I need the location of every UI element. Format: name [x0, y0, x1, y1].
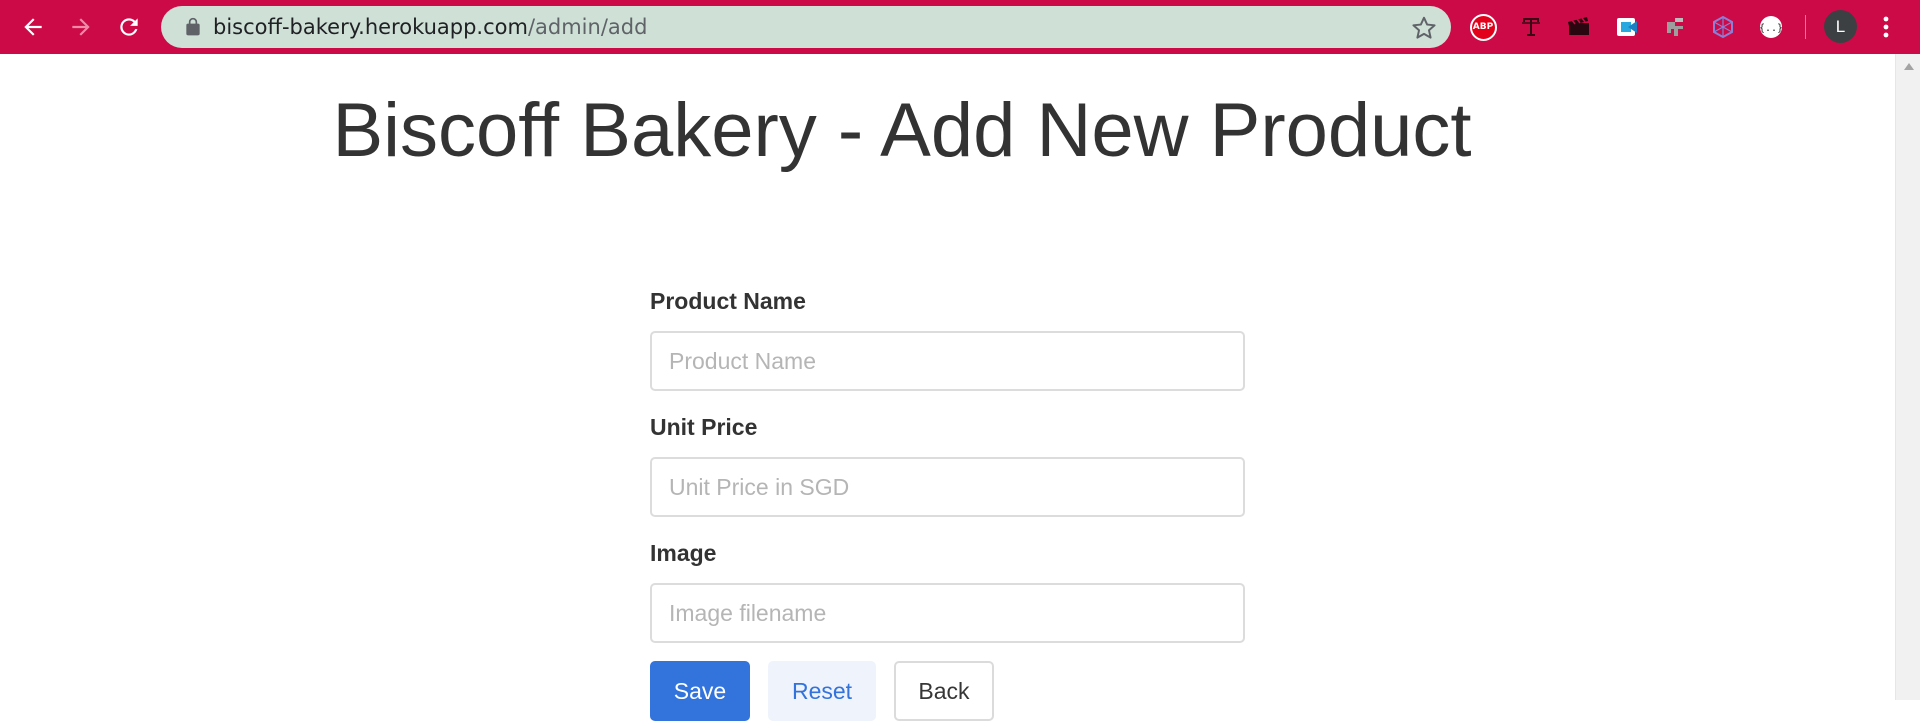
abp-icon[interactable]: ABP: [1467, 12, 1499, 42]
back-button[interactable]: Back: [894, 661, 994, 721]
svg-text:{..}: {..}: [1759, 23, 1783, 34]
abp-badge: ABP: [1469, 13, 1497, 41]
scroll-up-arrow-icon[interactable]: [1904, 63, 1914, 70]
unit-price-input[interactable]: [650, 457, 1245, 517]
vertical-scrollbar[interactable]: [1895, 54, 1920, 700]
clapper-icon[interactable]: [1563, 12, 1595, 42]
share-icon[interactable]: [1611, 12, 1643, 42]
back-arrow-icon[interactable]: [16, 9, 50, 45]
more-menu-icon[interactable]: [1876, 12, 1896, 42]
product-name-label: Product Name: [650, 288, 806, 314]
lock-icon[interactable]: [183, 17, 203, 37]
product-name-input[interactable]: [650, 331, 1245, 391]
browser-toolbar: biscoff-bakery.herokuapp.com/admin/add A…: [0, 0, 1920, 54]
forward-arrow-icon[interactable]: [64, 9, 98, 45]
image-filename-input[interactable]: [650, 583, 1245, 643]
typewriter-icon[interactable]: [1515, 12, 1547, 42]
bridge-icon[interactable]: [1659, 12, 1691, 42]
address-bar[interactable]: biscoff-bakery.herokuapp.com/admin/add: [161, 6, 1451, 48]
page-content: Biscoff Bakery - Add New Product Product…: [0, 54, 1895, 721]
hexagon-icon[interactable]: [1707, 12, 1739, 42]
save-button[interactable]: Save: [650, 661, 750, 721]
toolbar-divider: [1805, 15, 1806, 39]
reset-button[interactable]: Reset: [768, 661, 876, 721]
json-icon[interactable]: {..}: [1755, 12, 1787, 42]
url-host: biscoff-bakery.herokuapp.com: [213, 15, 528, 39]
reload-icon[interactable]: [112, 9, 146, 45]
bookmark-star-icon[interactable]: [1411, 15, 1437, 41]
url-text: biscoff-bakery.herokuapp.com/admin/add: [213, 6, 647, 48]
page-title: Biscoff Bakery - Add New Product: [332, 88, 1472, 173]
profile-avatar[interactable]: L: [1824, 10, 1857, 43]
image-label: Image: [650, 540, 717, 566]
unit-price-label: Unit Price: [650, 414, 758, 440]
url-path: /admin/add: [527, 15, 648, 39]
